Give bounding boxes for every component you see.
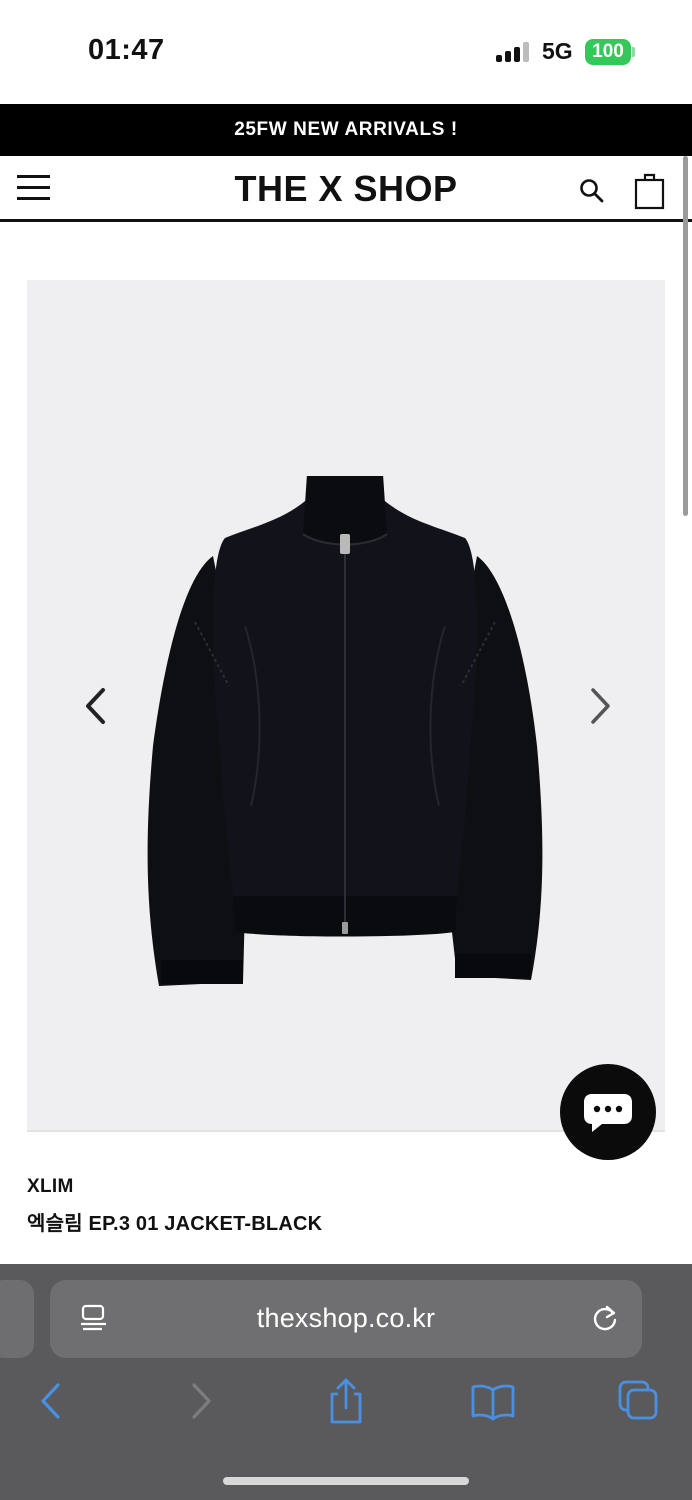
forward-icon[interactable] <box>184 1376 216 1426</box>
product-jacket-image <box>147 476 543 986</box>
back-icon[interactable] <box>36 1376 68 1426</box>
chat-bubble-icon <box>584 1094 632 1132</box>
product-name: 엑슬림 EP.3 01 JACKET-BLACK <box>27 1213 323 1235</box>
product-image-gallery[interactable] <box>27 280 665 1132</box>
bookmarks-icon[interactable] <box>470 1376 516 1426</box>
url-text: thexshop.co.kr <box>256 1303 436 1333</box>
product-brand[interactable]: XLIM <box>27 1176 74 1198</box>
shopping-bag-icon[interactable] <box>634 172 666 210</box>
network-label: 5G <box>542 38 573 64</box>
battery-icon: 100 <box>585 39 631 65</box>
chevron-right-icon[interactable] <box>579 684 619 728</box>
home-indicator[interactable] <box>223 1477 469 1485</box>
address-bar[interactable]: thexshop.co.kr <box>50 1280 642 1358</box>
battery-tip <box>632 47 635 57</box>
tabs-icon[interactable] <box>616 1376 660 1426</box>
chat-button[interactable] <box>560 1064 656 1160</box>
status-bar: 01:47 5G 100 <box>0 0 692 104</box>
signal-icon <box>496 42 532 62</box>
announcement-bar[interactable]: 25FW NEW ARRIVALS ! <box>0 104 692 156</box>
site-header: THE X SHOP <box>0 156 692 222</box>
share-icon[interactable] <box>326 1376 366 1426</box>
search-icon[interactable] <box>579 178 605 204</box>
page-scrollbar[interactable] <box>683 156 688 516</box>
previous-tab-preview[interactable] <box>0 1280 34 1358</box>
status-time: 01:47 <box>88 34 165 66</box>
reload-icon[interactable] <box>590 1304 620 1334</box>
chevron-left-icon[interactable] <box>77 684 117 728</box>
